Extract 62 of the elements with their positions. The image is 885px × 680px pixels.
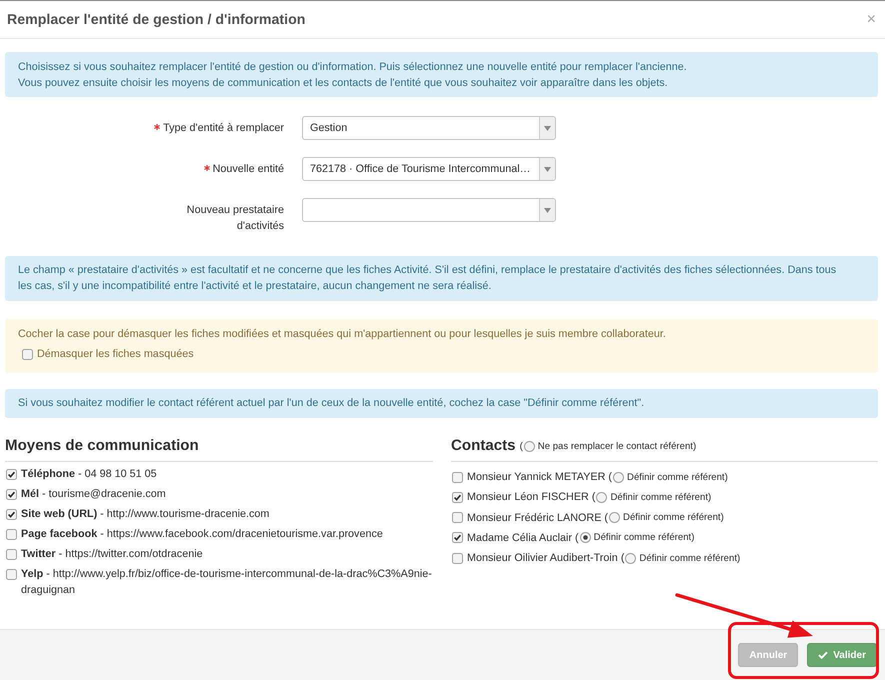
communication-label: Page facebook - https://www.facebook.com/dracenietourisme.var.provence: [21, 527, 383, 542]
checkbox[interactable]: [452, 552, 463, 564]
close-button[interactable]: ×: [866, 12, 876, 28]
communication-label: Mél - tourisme@dracenie.com: [21, 487, 166, 502]
caret-icon: [544, 166, 551, 172]
checkbox[interactable]: [6, 548, 17, 560]
checkbox[interactable]: [6, 508, 17, 520]
check-icon: [818, 651, 828, 659]
section-heading: Moyens de communication: [5, 436, 433, 462]
info-alert: Choisissez si vous souhaitez remplacer l'entité de gestion ou d'information. Puis sélectionnez une nouvelle entité pour remplacer l'ancienne. Vous pouvez ensuite choisir les moyens de communication et les contacts de l'entité que vous souhaitez voir apparaître dans les objets.: [5, 52, 878, 97]
contact-name: Monsieur Frédéric LANORE: [467, 512, 602, 524]
dropdown-field[interactable]: [302, 198, 556, 222]
caret-icon: [544, 126, 551, 130]
checkbox[interactable]: [452, 472, 463, 482]
caret-icon: [544, 208, 551, 212]
parenthesis: (: [608, 471, 612, 483]
radio-button[interactable]: [524, 440, 535, 452]
radio-label: Définir comme référent): [639, 552, 740, 564]
radio-label: Définir comme référent): [623, 512, 724, 524]
checkbox[interactable]: [6, 468, 17, 480]
dropdown-field[interactable]: Gestion: [302, 116, 556, 140]
radio-button[interactable]: [625, 552, 636, 564]
info-alert: Le champ « prestataire d'activités » est facultatif et ne concerne que les fiches Activité. S'il est défini, remplace le prestataire d'activités des fiches sélectionnées. Dans tous les cas, s'il y une incompatibilité entre l'activité et le prestataire, aucun changement ne sera réalisé.: [5, 256, 878, 301]
contact-name: Madame Célia Auclair: [467, 532, 572, 544]
field-label: Nouveau prestataire d'activités: [186, 203, 284, 234]
parenthesis: (: [575, 532, 579, 544]
validate-button[interactable]: Valider: [807, 643, 877, 667]
checkbox-label: Démasquer les fiches masquées: [37, 347, 194, 362]
communication-label: Yelp - http://www.yelp.fr/biz/office-de-tourisme-intercommunal-de-la-drac%C3%A9nie-draguignan: [21, 567, 433, 598]
checkbox[interactable]: [452, 532, 463, 544]
communication-label: Site web (URL) - http://www.tourisme-dracenie.com: [21, 507, 270, 522]
checkbox[interactable]: [6, 488, 17, 500]
checkbox[interactable]: [452, 492, 463, 503]
info-alert: Si vous souhaitez modifier le contact référent actuel par l'un de ceux de la nouvelle entité, cochez la case "Définir comme référent".: [5, 389, 878, 418]
field-label: Nouvelle entité: [212, 162, 284, 177]
radio-button[interactable]: [609, 512, 620, 524]
contact-name: Monsieur Léon FISCHER: [467, 491, 589, 504]
radio-label: Définir comme référent): [610, 492, 712, 503]
contact-name: Monsieur Oilivier Audibert-Troin: [467, 552, 618, 564]
parenthesis: (: [604, 512, 608, 524]
communication-label: Téléphone - 04 98 10 51 05: [21, 467, 157, 482]
contact-name: Monsieur Yannick METAYER: [467, 471, 606, 483]
parenthesis: (: [520, 440, 523, 452]
field-label: Type d'entité à remplacer: [163, 121, 284, 136]
radio-button[interactable]: [580, 532, 591, 544]
cancel-button[interactable]: Annuler: [738, 643, 798, 667]
checkbox[interactable]: [452, 512, 463, 524]
dialog-title: Remplacer l'entité de gestion / d'information: [7, 12, 306, 28]
radio-label: Définir comme référent): [627, 472, 728, 482]
checkbox[interactable]: [22, 348, 33, 360]
radio-button[interactable]: [596, 492, 608, 503]
radio-label: Définir comme référent): [594, 532, 694, 544]
parenthesis: (: [592, 491, 596, 504]
radio-button[interactable]: [613, 472, 624, 482]
dropdown-field[interactable]: 762178 · Office de Tourisme Intercommunal…: [302, 157, 556, 181]
checkbox[interactable]: [6, 528, 17, 540]
warning-text: Cocher la case pour démasquer les fiches modifiées et masquées qui m'appartiennent ou pour lesquelles je suis membre collaborateur.: [18, 327, 667, 342]
communication-label: Twitter - https://twitter.com/otdracenie: [21, 547, 203, 562]
radio-label: Ne pas remplacer le contact référent): [538, 440, 696, 452]
section-heading: Contacts: [451, 436, 516, 456]
checkbox[interactable]: [6, 568, 17, 580]
parenthesis: (: [620, 552, 624, 564]
